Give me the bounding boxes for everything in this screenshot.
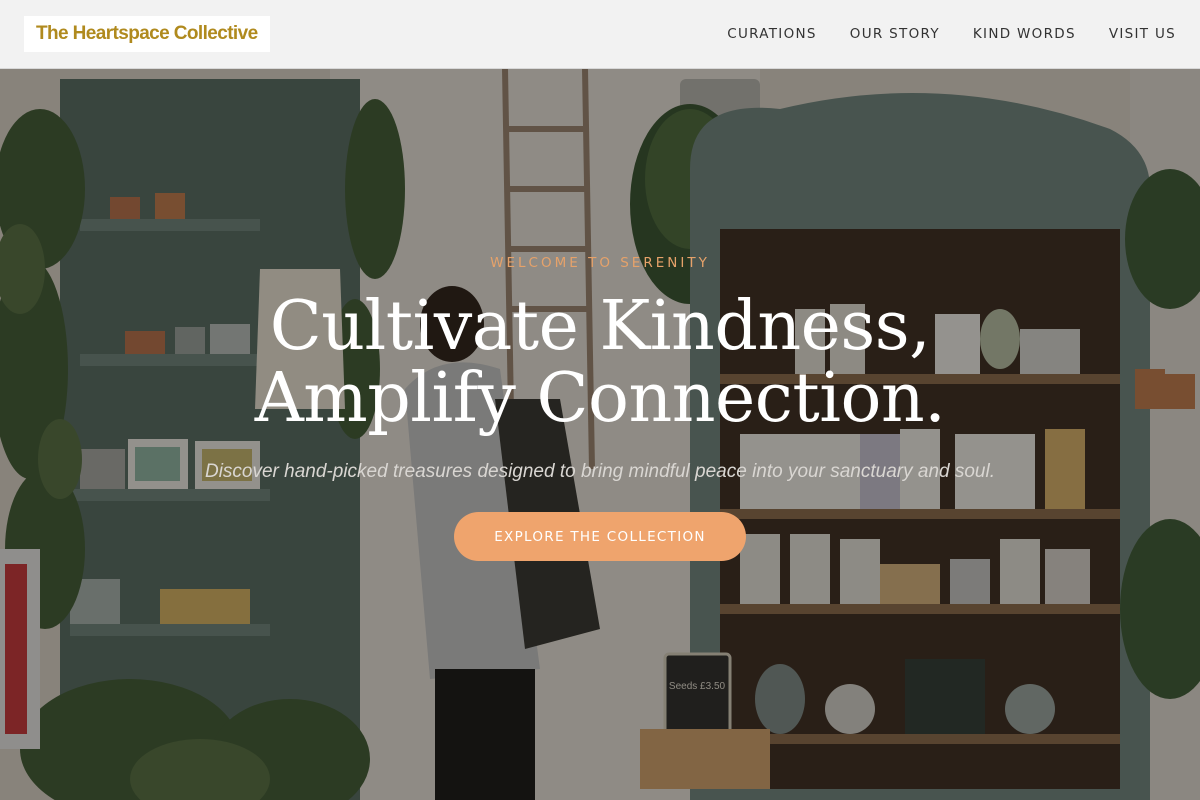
hero-subheadline: Discover hand-picked treasures designed … <box>204 461 995 482</box>
explore-collection-button[interactable]: EXPLORE THE COLLECTION <box>454 512 746 561</box>
nav-link-curations[interactable]: CURATIONS <box>727 26 817 42</box>
hero-headline-line-2: Amplify Connection. <box>254 359 946 438</box>
site-header: The Heartspace Collective CURATIONS OUR … <box>0 0 1200 69</box>
landing-page: The Heartspace Collective CURATIONS OUR … <box>0 0 1200 800</box>
main-nav: CURATIONS OUR STORY KIND WORDS VISIT US <box>694 0 1176 68</box>
nav-link-kind-words[interactable]: KIND WORDS <box>973 26 1076 42</box>
hero-section: Seeds £3.50 WELCOME TO SERENITY Cultivat… <box>0 69 1200 800</box>
site-logo[interactable]: The Heartspace Collective <box>24 16 270 52</box>
nav-link-visit-us[interactable]: VISIT US <box>1109 26 1176 42</box>
logo-text: The Heartspace Collective <box>36 23 258 44</box>
nav-link-our-story[interactable]: OUR STORY <box>850 26 940 42</box>
hero-headline-line-1: Cultivate Kindness, <box>269 287 931 366</box>
hero-headline: Cultivate Kindness, Amplify Connection. <box>0 291 1200 435</box>
hero-eyebrow: WELCOME TO SERENITY <box>490 255 710 271</box>
